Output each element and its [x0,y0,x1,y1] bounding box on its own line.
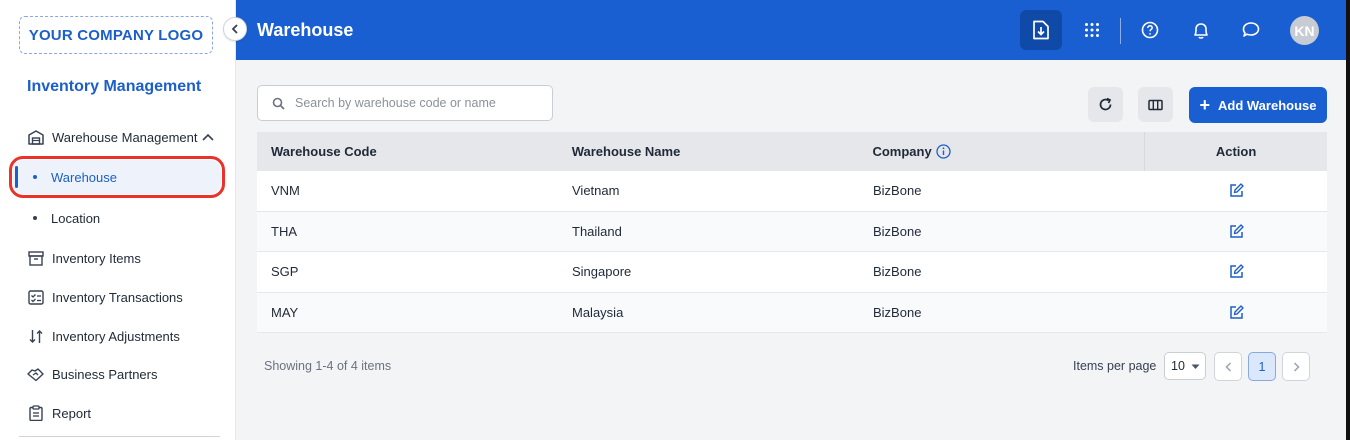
search-input[interactable] [295,96,545,110]
table-header: Warehouse Code Warehouse Name Company Ac… [257,132,1327,171]
column-header-company[interactable]: Company [858,144,1144,159]
search-icon [272,97,285,110]
handshake-icon [27,366,44,383]
sidebar-group-label: Warehouse Management [52,129,198,145]
chevron-up-icon [201,133,214,141]
column-header-name[interactable]: Warehouse Name [558,144,859,159]
add-warehouse-label: Add Warehouse [1218,97,1317,113]
next-page-button[interactable] [1282,352,1310,381]
cell-code: MAY [271,304,299,320]
sort-arrows-icon [27,328,44,345]
chevron-left-icon [231,24,238,34]
bullet-icon [33,216,37,220]
sidebar-item-inventory-items[interactable]: Inventory Items [27,247,141,269]
sidebar-item-label: Inventory Adjustments [52,328,180,344]
cell-code: VNM [271,183,300,199]
company-logo: YOUR COMPANY LOGO [19,16,213,54]
edit-button[interactable] [1145,224,1327,239]
edit-icon [1229,305,1244,319]
chevron-left-icon [1224,361,1231,372]
grid-apps-icon [1085,23,1099,37]
table-row: VNM Vietnam BizBone [257,171,1327,212]
sidebar-item-label: Business Partners [52,366,158,382]
sidebar-item-label: Location [51,210,101,226]
column-header-company-label: Company [872,144,932,159]
sidebar-item-label: Inventory Transactions [52,289,183,305]
sidebar-item-business-partners[interactable]: Business Partners [27,363,158,385]
archive-box-icon [27,250,44,267]
cell-company: BizBone [873,264,922,280]
plus-icon: + [1199,95,1211,115]
chevron-right-icon [1293,361,1300,372]
edit-button[interactable] [1145,305,1327,320]
top-header: Warehouse KN [236,0,1346,60]
items-per-page-select[interactable]: 10 [1164,352,1206,380]
cell-company: BizBone [873,183,922,199]
pagination-summary: Showing 1-4 of 4 items [264,359,392,373]
edit-icon [1229,183,1244,197]
sidebar-item-inventory-adjustments[interactable]: Inventory Adjustments [27,325,180,347]
notifications-button[interactable] [1180,10,1222,50]
sidebar-item-report[interactable]: Report [27,402,91,424]
main-content: + Add Warehouse Warehouse Code Warehouse… [236,60,1346,440]
edit-icon [1229,264,1244,278]
info-icon[interactable] [936,144,951,159]
edit-button[interactable] [1145,183,1327,198]
help-button[interactable] [1129,10,1171,50]
cell-name: Singapore [572,264,632,280]
sidebar-item-label: Warehouse [51,169,117,185]
refresh-button[interactable] [1088,87,1123,122]
sidebar-item-location[interactable]: Location [33,207,100,229]
edit-button[interactable] [1145,264,1327,279]
cell-code: SGP [271,264,299,280]
cell-company: BizBone [873,223,922,239]
sidebar-item-label: Inventory Items [52,250,141,266]
file-download-icon [1033,20,1049,40]
cell-company: BizBone [873,304,922,320]
sidebar-item-warehouse[interactable]: Warehouse [33,166,117,188]
warehouse-icon [27,129,44,146]
bullet-icon [33,175,37,179]
sidebar-group-warehouse-management[interactable]: Warehouse Management [27,126,214,148]
window-edge [1346,0,1350,440]
messages-button[interactable] [1230,10,1272,50]
sidebar-item-inventory-transactions[interactable]: Inventory Transactions [27,286,183,308]
refresh-icon [1099,97,1112,111]
items-per-page-label: Items per page [1073,359,1157,373]
columns-button[interactable] [1138,87,1173,122]
download-button[interactable] [1020,10,1062,50]
page-title: Warehouse [257,20,354,40]
column-header-code[interactable]: Warehouse Code [257,144,558,159]
app-title: Inventory Management [27,78,202,95]
table-row: THA Thailand BizBone [257,211,1327,252]
table-row: MAY Malaysia BizBone [257,292,1327,333]
cell-name: Malaysia [572,304,624,320]
table-row: SGP Singapore BizBone [257,252,1327,293]
add-warehouse-button[interactable]: + Add Warehouse [1189,87,1327,123]
items-per-page-value: 10 [1171,359,1185,373]
warehouse-table: Warehouse Code Warehouse Name Company Ac… [257,132,1327,333]
edit-icon [1229,224,1244,238]
help-circle-icon [1141,21,1159,39]
checklist-icon [27,289,44,306]
cell-name: Vietnam [572,183,620,199]
column-header-action: Action [1215,144,1257,159]
sidebar: YOUR COMPANY LOGO Inventory Management W… [0,0,236,440]
clipboard-icon [27,405,44,422]
cell-name: Thailand [572,223,622,239]
divider [19,436,220,437]
bell-icon [1194,22,1208,39]
user-avatar[interactable]: KN [1290,16,1319,45]
apps-button[interactable] [1071,10,1113,50]
collapse-sidebar-button[interactable] [223,17,247,41]
caret-down-icon [1191,359,1200,373]
prev-page-button[interactable] [1214,352,1242,381]
search-box[interactable] [257,85,553,121]
page-button-current[interactable]: 1 [1248,352,1276,381]
cell-code: THA [271,223,297,239]
columns-icon [1148,99,1163,110]
chat-bubble-icon [1242,21,1260,37]
header-divider [1120,18,1121,44]
sidebar-item-label: Report [52,405,92,421]
